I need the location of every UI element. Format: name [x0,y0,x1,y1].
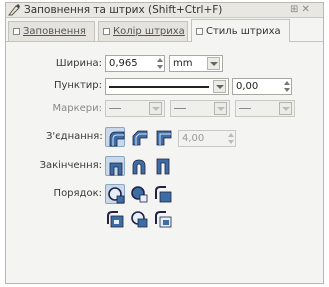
window-controls-icon[interactable]: ⊞ ✕ [290,4,310,15]
dash-dropdown-icon[interactable] [213,80,226,93]
order-1-icon [108,187,125,204]
order-5-icon [131,211,148,228]
mid-marker-preview [174,108,186,109]
order-2-icon [131,186,148,203]
order-fill-markers-stroke-button[interactable] [153,184,173,204]
start-marker-dropdown-icon[interactable] [149,102,162,115]
dash-label: Пунктир: [53,80,102,91]
round-join-icon [109,131,125,147]
order-stroke-fill-markers-button[interactable] [129,184,149,204]
tab-stroke-paint-label: Колір штриха [113,26,185,37]
fill-stroke-icon [8,4,20,16]
fill-stroke-dialog: Заповнення та штрих (Shift+Ctrl+F) ⊞ ✕ З… [5,2,324,284]
order-label: Порядок: [53,188,102,199]
stroke-width-spinbox[interactable]: 0,965 [105,55,165,72]
miter-limit-spinbox[interactable]: 4,00 [178,130,236,147]
title-bar[interactable]: Заповнення та штрих (Shift+Ctrl+F) ⊞ ✕ [6,3,323,18]
tab-fill[interactable]: Заповнення [8,21,95,41]
unit-select[interactable]: mm [169,55,223,72]
stroke-paint-tab-icon [103,28,110,35]
tab-stroke-style-label: Стиль штриха [206,25,281,37]
end-marker-select[interactable] [235,100,295,117]
fill-tab-icon [13,28,20,35]
unit-value: mm [173,58,193,69]
dash-offset-spinbox[interactable]: 0,00 [232,78,292,95]
mid-marker-select[interactable] [170,100,230,117]
tab-fill-label: Заповнення [23,26,86,37]
order-stroke-markers-fill-button[interactable] [129,209,149,229]
end-marker-dropdown-icon[interactable] [279,102,292,115]
start-marker-select[interactable] [105,100,165,117]
dash-pattern-select[interactable] [105,78,229,95]
end-marker-preview [239,108,251,109]
miter-limit-value: 4,00 [182,133,205,144]
round-cap-icon [132,159,146,175]
tab-stroke-paint[interactable]: Колір штриха [98,21,188,41]
tab-bar: Заповнення Колір штриха Стиль штриха [6,19,323,42]
miter-limit-spin-arrows-icon[interactable] [227,131,235,146]
dash-offset-spin-arrows-icon[interactable] [283,79,291,94]
window-title: Заповнення та штрих (Shift+Ctrl+F) [24,4,223,16]
tab-stroke-style[interactable]: Стиль штриха [191,19,290,42]
miter-join-button[interactable] [153,127,173,147]
miter-join-icon [156,130,172,146]
bevel-join-icon [132,130,148,146]
width-label: Ширина: [55,58,102,69]
dash-offset-value: 0,00 [236,81,259,92]
square-cap-button[interactable] [153,156,173,176]
order-fill-stroke-markers-button[interactable] [105,184,125,204]
start-marker-preview [109,108,121,109]
order-3-icon [155,186,172,203]
cap-label: Закінчення: [39,160,102,171]
stroke-width-value: 0,965 [109,58,138,69]
bevel-join-button[interactable] [129,127,149,147]
round-join-button[interactable] [105,127,125,147]
round-cap-button[interactable] [129,156,149,176]
join-label: З'єднання: [46,131,103,142]
solid-dash-preview [109,86,209,88]
butt-cap-icon [109,162,123,176]
stroke-style-tab-icon [196,27,203,35]
square-cap-icon [156,158,170,175]
butt-cap-button[interactable] [105,156,125,176]
unit-dropdown-icon[interactable] [207,57,220,70]
order-6-icon [155,211,172,228]
order-markers-fill-stroke-button[interactable] [105,209,125,229]
order-markers-stroke-fill-button[interactable] [153,209,173,229]
mid-marker-dropdown-icon[interactable] [214,102,227,115]
markers-label: Маркери: [52,103,102,114]
order-4-icon [107,211,124,228]
stroke-width-spin-arrows-icon[interactable] [156,56,164,71]
